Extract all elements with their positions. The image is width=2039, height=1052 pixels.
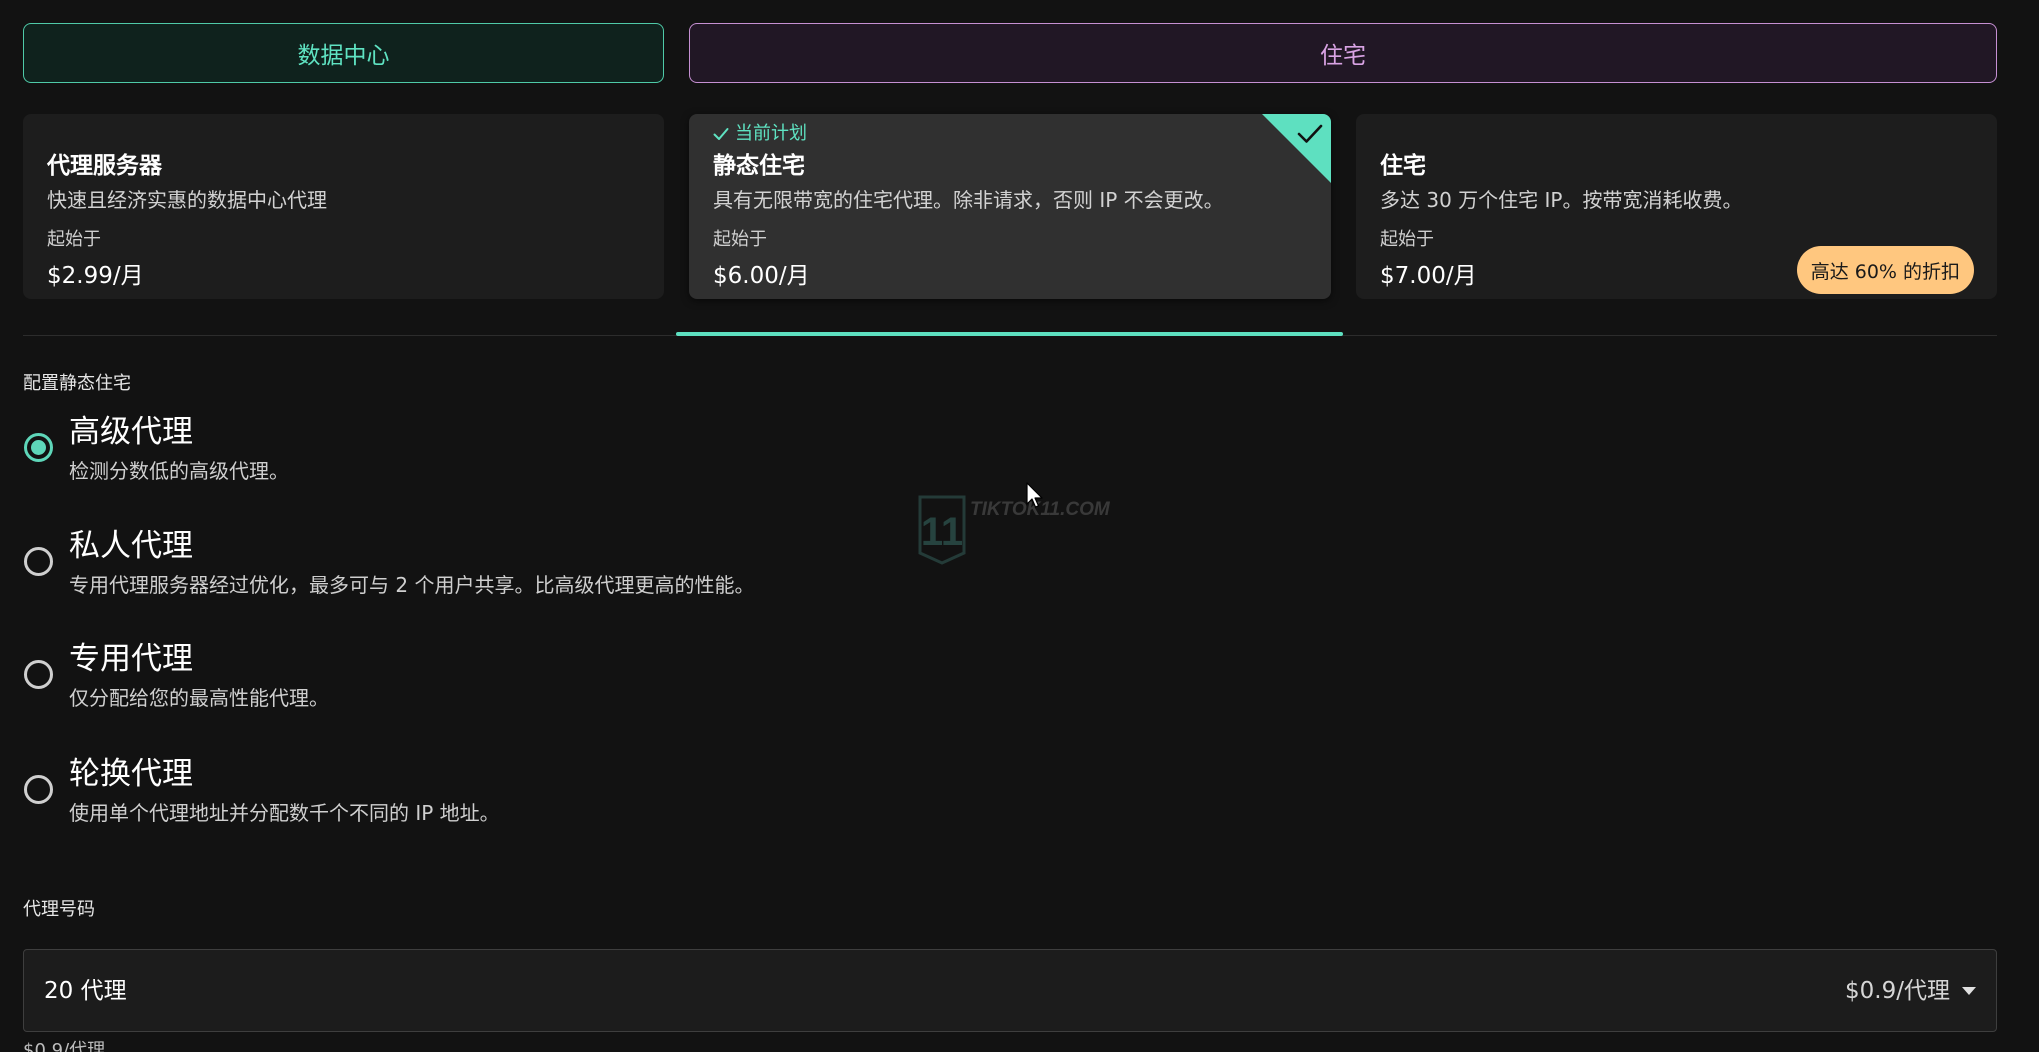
option-title: 高级代理 xyxy=(69,414,193,450)
option-description: 专用代理服务器经过优化，最多可与 2 个用户共享。比高级代理更高的性能。 xyxy=(69,573,755,597)
check-icon xyxy=(713,128,729,140)
radio-rotating-proxy[interactable] xyxy=(24,775,53,804)
proxy-count-label: 代理号码 xyxy=(23,899,95,920)
tab-residential-label: 住宅 xyxy=(1320,43,1366,69)
proxy-count-select[interactable]: 20 代理 $0.9/代理 xyxy=(23,949,1997,1032)
tab-datacenter[interactable]: 数据中心 xyxy=(23,23,664,83)
radio-premium-proxy[interactable] xyxy=(24,433,53,462)
discount-badge: 高达 60% 的折扣 xyxy=(1796,246,1974,294)
plan-price: $6.00/月 xyxy=(713,263,810,289)
plan-from-label: 起始于 xyxy=(1380,229,1434,250)
watermark-number: 11 xyxy=(921,510,963,554)
active-plan-indicator xyxy=(676,332,1343,336)
option-description: 仅分配给您的最高性能代理。 xyxy=(69,686,329,710)
radio-private-proxy[interactable] xyxy=(24,547,53,576)
proxy-unit-price: $0.9/代理 xyxy=(1845,978,1950,1004)
option-title: 专用代理 xyxy=(69,641,193,677)
watermark-logo: 11 TIKTOK11.COM xyxy=(918,495,1111,565)
plan-title: 代理服务器 xyxy=(47,153,162,179)
plan-title: 静态住宅 xyxy=(713,153,805,179)
proxy-count-value: 20 代理 xyxy=(44,978,127,1004)
plan-description: 快速且经济实惠的数据中心代理 xyxy=(47,188,327,212)
option-rotating-proxy[interactable]: 轮换代理 使用单个代理地址并分配数千个不同的 IP 地址。 xyxy=(24,752,924,832)
current-plan-label: 当前计划 xyxy=(735,123,807,144)
plan-price: $7.00/月 xyxy=(1380,263,1477,289)
option-title: 私人代理 xyxy=(69,528,193,564)
mouse-cursor-icon xyxy=(1026,482,1043,508)
check-icon xyxy=(1297,124,1323,143)
option-dedicated-proxy[interactable]: 专用代理 仅分配给您的最高性能代理。 xyxy=(24,637,924,717)
plan-description: 多达 30 万个住宅 IP。按带宽消耗收费。 xyxy=(1380,188,1743,212)
option-description: 使用单个代理地址并分配数千个不同的 IP 地址。 xyxy=(69,801,500,825)
configure-section-label: 配置静态住宅 xyxy=(23,373,131,394)
tab-residential[interactable]: 住宅 xyxy=(689,23,1997,83)
plan-card-residential[interactable]: 住宅 多达 30 万个住宅 IP。按带宽消耗收费。 起始于 $7.00/月 高达… xyxy=(1356,114,1997,299)
option-description: 检测分数低的高级代理。 xyxy=(69,459,289,483)
selected-corner-marker xyxy=(1262,114,1331,183)
plan-card-static-residential[interactable]: 当前计划 静态住宅 具有无限带宽的住宅代理。除非请求，否则 IP 不会更改。 起… xyxy=(689,114,1331,299)
option-title: 轮换代理 xyxy=(69,756,193,792)
option-premium-proxy[interactable]: 高级代理 检测分数低的高级代理。 xyxy=(24,410,924,490)
plan-from-label: 起始于 xyxy=(47,229,101,250)
tab-datacenter-label: 数据中心 xyxy=(297,43,390,69)
plan-title: 住宅 xyxy=(1380,153,1426,179)
caret-down-icon[interactable] xyxy=(1962,987,1976,995)
plan-description: 具有无限带宽的住宅代理。除非请求，否则 IP 不会更改。 xyxy=(713,188,1224,212)
plan-from-label: 起始于 xyxy=(713,229,767,250)
plan-price: $2.99/月 xyxy=(47,263,144,289)
radio-dedicated-proxy[interactable] xyxy=(24,660,53,689)
current-plan-indicator: 当前计划 xyxy=(713,122,807,146)
proxy-count-price-group: $0.9/代理 xyxy=(1845,975,1976,1007)
option-private-proxy[interactable]: 私人代理 专用代理服务器经过优化，最多可与 2 个用户共享。比高级代理更高的性能… xyxy=(24,524,924,604)
footer-unit-price: $0.9/代理 xyxy=(23,1040,106,1052)
plan-card-proxy-server[interactable]: 代理服务器 快速且经济实惠的数据中心代理 起始于 $2.99/月 xyxy=(23,114,664,299)
